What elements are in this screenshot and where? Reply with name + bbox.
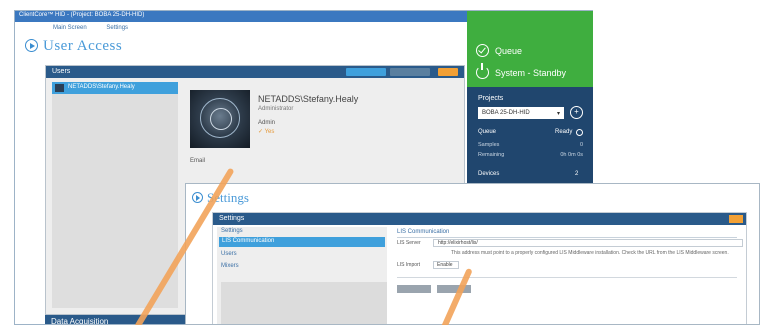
user-name: NETADDS\Stefany.Healy <box>258 94 359 104</box>
add-project-button[interactable]: + <box>570 106 583 119</box>
settings-nav-item-lis[interactable]: LIS Communication <box>219 237 385 247</box>
system-status-label[interactable]: System - Standby <box>495 68 566 78</box>
check-circle-icon <box>476 44 489 57</box>
admin-checkbox[interactable]: ✓ Yes <box>258 128 274 135</box>
queue-ready-status: Ready <box>555 129 573 135</box>
ready-check-icon <box>576 129 583 136</box>
settings-panel-title: Settings <box>219 215 245 222</box>
samples-label: Samples <box>478 142 500 148</box>
divider <box>397 237 737 238</box>
queue-status-label[interactable]: Queue <box>495 46 522 56</box>
users-panel-title: Users <box>52 68 71 75</box>
settings-panel: Settings Settings LIS Communication User… <box>212 212 747 324</box>
status-panel: Queue System - Standby <box>467 11 593 87</box>
user-list-item-label: NETADDS\Stefany.Healy <box>68 84 135 90</box>
avatar <box>55 84 64 92</box>
page-title: User Access <box>43 38 123 54</box>
settings-nav-item[interactable]: Settings <box>221 228 243 234</box>
close-settings-button[interactable] <box>729 215 743 223</box>
users-panel-header: Users <box>46 66 464 78</box>
photo-ring-inner <box>210 108 232 130</box>
edit-user-button[interactable] <box>390 68 430 76</box>
lis-import-toggle[interactable]: Enable <box>433 261 459 269</box>
remaining-value: 0h 0m 0s <box>560 152 583 158</box>
nav-settings[interactable]: Settings <box>106 25 128 31</box>
power-icon[interactable] <box>476 63 489 79</box>
save-button[interactable] <box>397 285 431 293</box>
divider <box>397 277 737 278</box>
admin-label: Admin <box>258 120 276 126</box>
settings-nav-empty-area <box>221 282 387 324</box>
delete-user-button[interactable] <box>438 68 458 76</box>
email-label: Email <box>190 158 206 164</box>
user-list-item[interactable]: NETADDS\Stefany.Healy <box>52 82 178 94</box>
lis-server-value: http://elixirhost/lis/ <box>438 240 478 246</box>
data-acquisition-label: Data Acquisition <box>51 317 109 325</box>
user-photo <box>190 90 250 148</box>
settings-panel-header: Settings <box>213 213 746 225</box>
projects-label: Projects <box>478 95 504 102</box>
queue-section-label: Queue <box>478 129 497 135</box>
top-nav: Main Screen Settings <box>53 25 146 31</box>
settings-nav-item-label: LIS Communication <box>222 238 275 244</box>
project-select-value: BOBA 25-DH-HID <box>482 110 530 116</box>
devices-label: Devices <box>478 171 500 177</box>
back-arrow-icon[interactable] <box>25 39 38 52</box>
settings-nav-item-users[interactable]: Users <box>221 251 237 257</box>
samples-value: 0 <box>579 142 583 148</box>
lis-server-label: LIS Server <box>397 240 421 246</box>
lis-import-label: LIS Import <box>397 262 421 268</box>
back-arrow-icon[interactable] <box>192 192 203 203</box>
user-list[interactable] <box>52 94 178 308</box>
remaining-label: Remaining <box>478 152 505 158</box>
settings-nav-item-mixers[interactable]: Mixers <box>221 263 239 269</box>
settings-window: Settings Settings Settings LIS Communica… <box>185 183 760 325</box>
lis-import-value: Enable <box>437 262 453 268</box>
window-title: ClientCore™ HID - (Project: BOBA 25-DH-H… <box>19 12 145 18</box>
user-role: Administrator <box>258 106 294 112</box>
project-select[interactable]: BOBA 25-DH-HID ▾ <box>478 107 564 119</box>
devices-count: 2 <box>575 171 579 177</box>
lis-section-title: LIS Communication <box>397 229 450 235</box>
settings-nav: Settings LIS Communication Users Mixers <box>217 227 387 324</box>
add-user-button[interactable] <box>346 68 386 76</box>
chevron-down-icon: ▾ <box>556 111 560 117</box>
lis-server-input[interactable]: http://elixirhost/lis/ <box>433 239 743 247</box>
nav-main-screen[interactable]: Main Screen <box>53 25 87 31</box>
cancel-button[interactable] <box>437 285 471 293</box>
lis-server-hint: This address must point to a properly co… <box>451 250 729 256</box>
